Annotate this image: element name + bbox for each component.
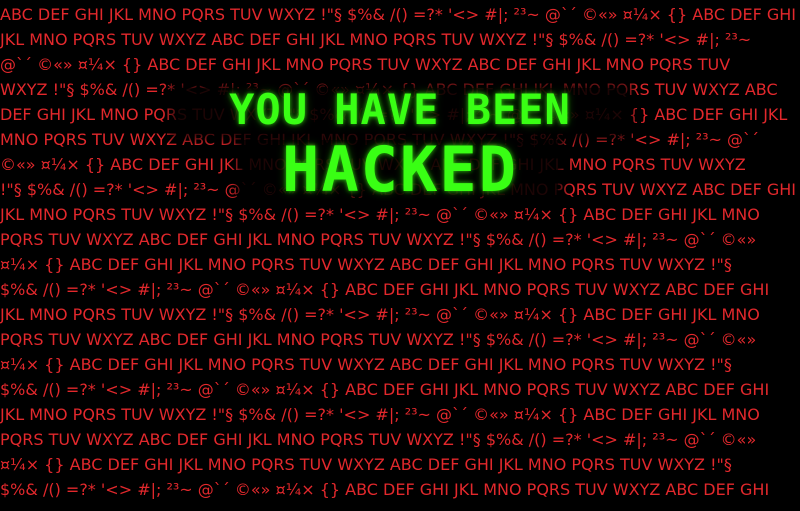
- background-text-line: ¤¼× {} ABC DEF GHI JKL MNO PQRS TUV WXYZ…: [0, 255, 732, 274]
- background-text-line: JKL MNO PQRS TUV WXYZ ABC DEF GHI JKL MN…: [0, 30, 752, 49]
- background-text-line: $%& /() =?* '<> #|; ²³~ @`´ ©«» ¤¼× {} A…: [0, 280, 770, 299]
- background-text-line: JKL MNO PQRS TUV WXYZ !"§ $%& /() =?* '<…: [0, 205, 760, 224]
- background-text-line: PQRS TUV WXYZ ABC DEF GHI JKL MNO PQRS T…: [0, 230, 757, 249]
- headline-hacked: HACKED: [282, 133, 518, 206]
- background-text-line: $%& /() =?* '<> #|; ²³~ @`´ ©«» ¤¼× {} A…: [0, 380, 770, 399]
- background-text-line: PQRS TUV WXYZ ABC DEF GHI JKL MNO PQRS T…: [0, 330, 757, 349]
- background-character-pattern: ABC DEF GHI JKL MNO PQRS TUV WXYZ !"§ $%…: [0, 0, 800, 511]
- hacked-headline: YOU HAVE BEEN HACKED: [160, 82, 640, 202]
- headline-you-have-been: YOU HAVE BEEN: [229, 85, 571, 134]
- background-text-line: JKL MNO PQRS TUV WXYZ !"§ $%& /() =?* '<…: [0, 405, 760, 424]
- background-text-line: @`´ ©«» ¤¼× {} ABC DEF GHI JKL MNO PQRS …: [0, 55, 731, 74]
- background-text-line: JKL MNO PQRS TUV WXYZ !"§ $%& /() =?* '<…: [0, 305, 760, 324]
- background-text-line: ABC DEF GHI JKL MNO PQRS TUV WXYZ !"§ $%…: [0, 5, 797, 24]
- background-text-line: ¤¼× {} ABC DEF GHI JKL MNO PQRS TUV WXYZ…: [0, 455, 732, 474]
- hacked-wallpaper: ABC DEF GHI JKL MNO PQRS TUV WXYZ !"§ $%…: [0, 0, 800, 511]
- background-text-line: PQRS TUV WXYZ ABC DEF GHI JKL MNO PQRS T…: [0, 430, 757, 449]
- background-text-line: ¤¼× {} ABC DEF GHI JKL MNO PQRS TUV WXYZ…: [0, 355, 732, 374]
- background-text-line: $%& /() =?* '<> #|; ²³~ @`´ ©«» ¤¼× {} A…: [0, 480, 770, 499]
